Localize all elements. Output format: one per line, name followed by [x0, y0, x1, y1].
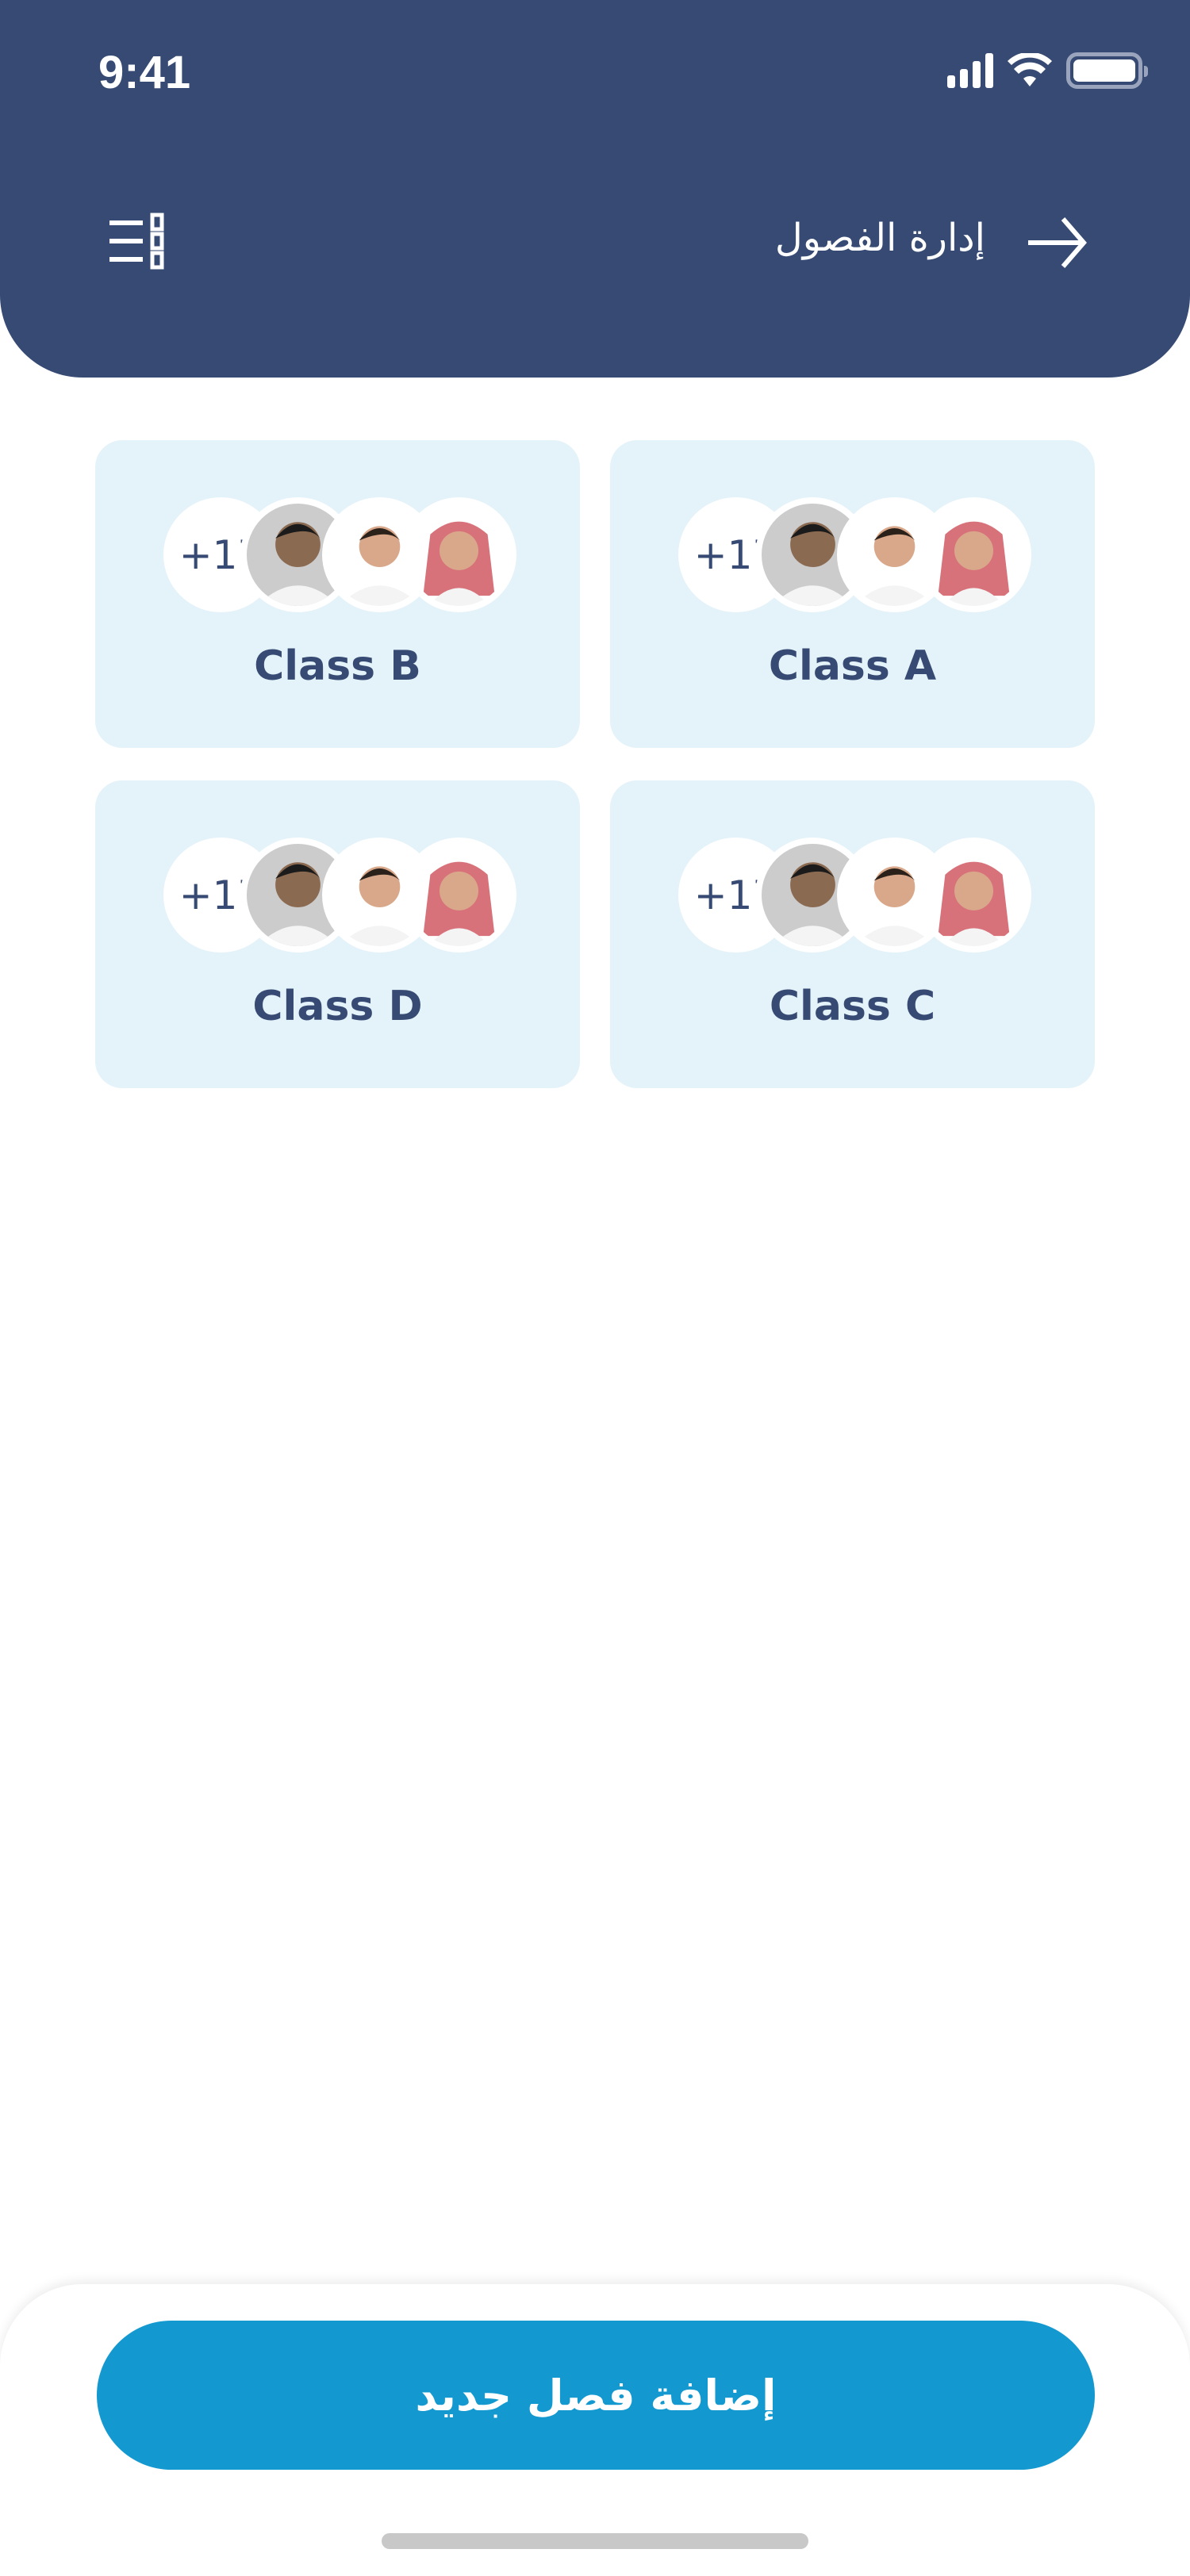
battery-icon [1066, 52, 1148, 89]
header: 9:41 إدارة الفصول [0, 0, 1190, 378]
signal-icon [947, 53, 993, 88]
list-menu-icon[interactable] [108, 213, 168, 270]
status-icons [947, 52, 1148, 89]
status-time: 9:41 [98, 47, 191, 98]
student-avatar [916, 838, 1031, 953]
class-name: Class B [254, 642, 421, 690]
class-name: Class A [768, 642, 937, 690]
class-card[interactable]: +17 Class D [95, 780, 580, 1088]
home-indicator[interactable] [382, 2533, 808, 2549]
student-avatar [401, 497, 516, 612]
class-card[interactable]: +17 Class B [95, 440, 580, 748]
arrow-right-icon[interactable] [1023, 213, 1090, 273]
class-name: Class C [769, 983, 936, 1030]
class-card[interactable]: +17 Class C [610, 780, 1095, 1088]
wifi-icon [1008, 53, 1052, 86]
page-title: إدارة الفصول [774, 216, 985, 260]
student-avatar [916, 497, 1031, 612]
class-card[interactable]: +17 Class A [610, 440, 1095, 748]
add-class-button[interactable]: إضافة فصل جديد [97, 2321, 1095, 2470]
student-avatar [401, 838, 516, 953]
class-name: Class D [252, 983, 423, 1030]
